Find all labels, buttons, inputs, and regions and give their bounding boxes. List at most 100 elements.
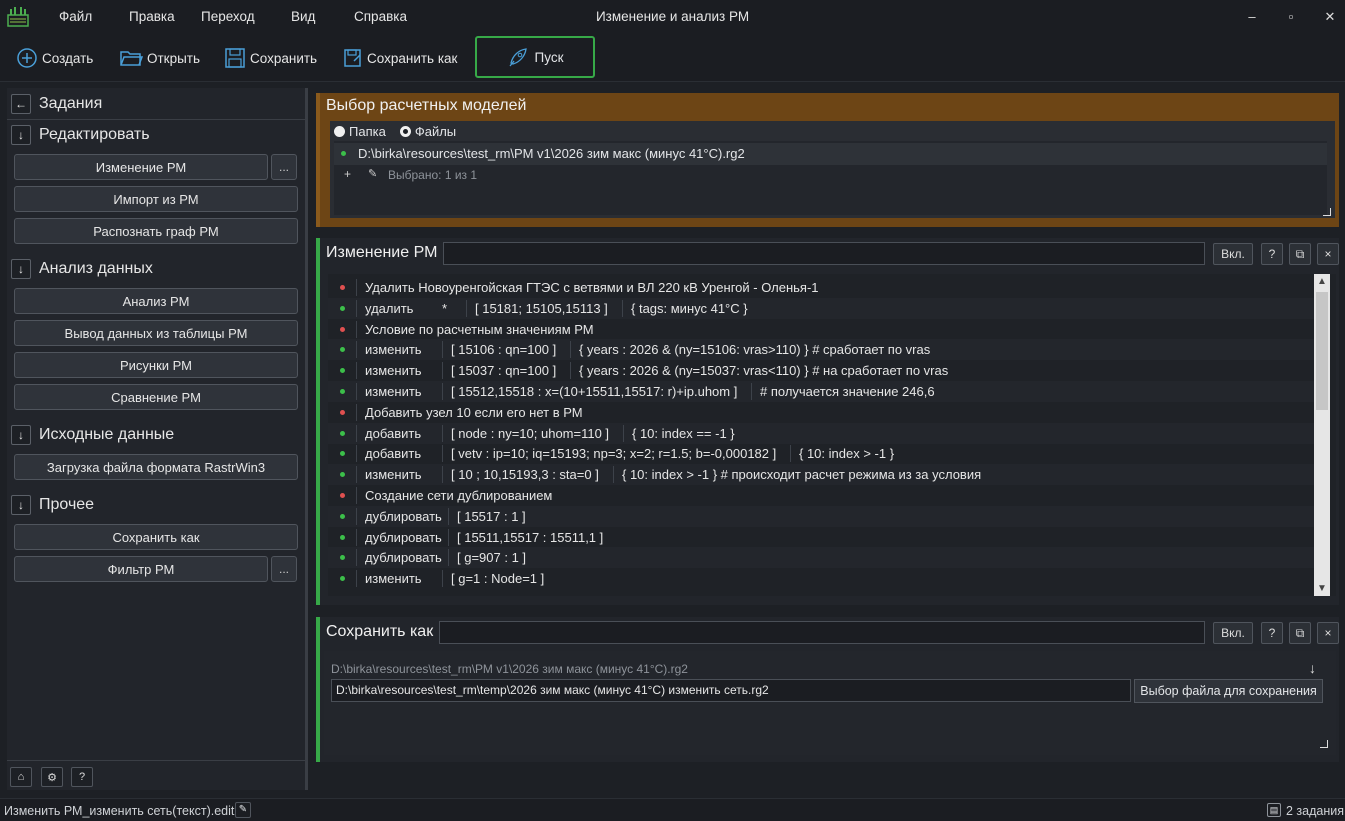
status-dot [340,409,345,415]
script-condition: { 10: index > -1 } [790,445,894,463]
script-row[interactable]: изменить [ 15037 : qn=100 ] { years : 2026… [328,360,1318,381]
copy-icon[interactable]: ⧉ [1289,243,1311,265]
save-as-button[interactable]: Сохранить как [343,44,457,72]
save-as-name-input[interactable] [439,621,1205,644]
save-as-label: Сохранить как [367,50,458,66]
edit-pencil-icon[interactable]: ✎ [235,802,251,818]
sidebar-item-table-output[interactable]: Вывод данных из таблицы РМ [14,320,298,346]
open-button[interactable]: Открыть [119,44,200,72]
add-file-button[interactable]: + [344,167,351,181]
save-icon [225,48,245,68]
script-row[interactable]: дублировать [ g=907 : 1 ] [328,547,1318,569]
sidebar-item-recognize-graph[interactable]: Распознать граф РМ [14,218,298,244]
script-command: изменить [356,383,436,400]
sidebar-item-load-rastrwin[interactable]: Загрузка файла формата RastrWin3 [14,454,298,480]
script-row[interactable]: изменить [ 10 ; 10,15193,3 : sta=0 ] { 10:… [328,464,1318,486]
script-row[interactable]: удалить * [ 15181; 15105,15113 ] { tags: ми… [328,297,1318,319]
sidebar-item-pictures[interactable]: Рисунки РМ [14,352,298,378]
source-path: D:\birka\resources\test_rm\РМ v1\2026 зи… [331,662,688,676]
close-panel-button[interactable]: × [1317,243,1339,265]
chevron-down-icon: ↓ [11,425,31,445]
script-row[interactable]: Создание сети дублированием [328,485,1318,506]
script-row[interactable]: дублировать [ 15511,15517 : 15511,1 ] [328,527,1318,548]
arrow-down-icon[interactable]: ↓ [1309,660,1316,676]
menu-edit[interactable]: Правка [129,9,175,24]
edit-script-editor[interactable]: Удалить Новоуренгойская ГТЭС с ветвями и… [328,274,1336,596]
collapse-sidebar-button[interactable]: ← [11,94,31,114]
editor-scrollbar[interactable]: ▲ ▼ [1314,274,1330,596]
menu-help[interactable]: Справка [354,9,407,24]
app-icon [6,5,30,29]
sidebar-item-import-rm[interactable]: Импорт из РМ [14,186,298,212]
menu-go[interactable]: Переход [201,9,255,24]
script-row[interactable]: дублировать [ 15517 : 1 ] [328,505,1318,527]
run-label: Пуск [534,49,564,65]
scroll-down-icon[interactable]: ▼ [1317,583,1327,594]
sidebar-item-filter-rm[interactable]: Фильтр РМ [14,556,268,582]
create-button[interactable]: Создать [16,44,93,72]
list-item[interactable]: D:\birka\resources\test_rm\РМ v1\2026 зи… [334,143,1327,165]
radio-files[interactable] [399,126,411,137]
script-command: удалить [356,299,436,317]
script-command: добавить [356,424,436,442]
close-window-button[interactable]: ✕ [1318,7,1342,27]
resize-grip-icon[interactable] [1323,208,1331,216]
tasks-icon[interactable]: ▤ [1267,803,1281,817]
edit-pencil-icon[interactable]: ✎ [368,167,377,180]
script-row[interactable]: добавить [ node : ny=10; uhom=110 ] { 10: … [328,422,1318,444]
script-target: [ vetv : ip=10; iq=15193; np=3; x=2; r=1… [442,445,776,463]
maximize-button[interactable]: ▫ [1279,7,1303,27]
radio-folder[interactable] [334,126,345,137]
help-button[interactable]: ? [1261,622,1283,644]
script-condition: { tags: минус 41°C } [622,299,748,317]
enable-button[interactable]: Вкл. [1213,622,1253,644]
section-other[interactable]: ↓ Прочее [7,490,94,520]
scroll-thumb[interactable] [1316,292,1328,410]
run-button[interactable]: Пуск [475,36,595,78]
edit-rm-options-button[interactable]: ... [271,154,297,180]
section-analysis-label: Анализ данных [39,260,153,277]
status-dot [340,493,345,498]
selected-count: Выбрано: 1 из 1 [388,168,478,182]
close-panel-button[interactable]: × [1317,622,1339,644]
model-selection-title: Выбор расчетных моделей [326,97,527,114]
filter-rm-options-button[interactable]: ... [271,556,297,582]
menu-view[interactable]: Вид [291,9,315,24]
scroll-up-icon[interactable]: ▲ [1317,276,1327,287]
sidebar-item-edit-rm[interactable]: Изменение РМ [14,154,268,180]
sidebar-item-compare[interactable]: Сравнение РМ [14,384,298,410]
enable-button[interactable]: Вкл. [1213,243,1253,265]
sidebar-item-analysis-rm[interactable]: Анализ РМ [14,288,298,314]
script-flag: * [442,300,448,316]
save-as-icon [344,49,361,67]
help-button[interactable]: ? [1261,243,1283,265]
script-row[interactable]: Удалить Новоуренгойская ГТЭС с ветвями и… [328,277,1318,298]
target-path-input[interactable]: D:\birka\resources\test_rm\temp\2026 зим… [331,679,1131,702]
save-button[interactable]: Сохранить [224,44,317,72]
home-icon[interactable]: ⌂ [10,767,32,787]
script-row[interactable]: Добавить узел 10 если его нет в РМ [328,402,1318,423]
status-dot [340,451,345,457]
section-edit-label: Редактировать [39,126,150,143]
minimize-button[interactable]: – [1240,7,1264,27]
section-analysis[interactable]: ↓ Анализ данных [7,254,153,284]
script-row[interactable]: изменить [ 15106 : qn=100 ] { years : 2026… [328,339,1318,361]
copy-icon[interactable]: ⧉ [1289,622,1311,644]
choose-file-button[interactable]: Выбор файла для сохранения [1134,679,1323,703]
section-edit[interactable]: ↓ Редактировать [7,120,150,150]
sidebar-item-save-as[interactable]: Сохранить как [14,524,298,550]
script-target: [ 10 ; 10,15193,3 : sta=0 ] [442,466,599,484]
menu-file[interactable]: Файл [59,9,92,24]
script-command: дублировать [356,528,442,546]
script-row[interactable]: изменить [ g=1 : Node=1 ] [328,568,1318,589]
chevron-down-icon: ↓ [11,495,31,515]
resize-grip-icon[interactable] [1320,740,1328,748]
script-row[interactable]: добавить [ vetv : ip=10; iq=15193; np=3; … [328,443,1318,464]
section-source[interactable]: ↓ Исходные данные [7,420,174,450]
status-dot [340,555,345,561]
help-icon[interactable]: ? [71,767,93,787]
edit-rm-name-input[interactable] [443,242,1205,265]
settings-icon[interactable]: ⚙ [41,767,63,787]
script-row[interactable]: Условие по расчетным значениям РМ [328,319,1318,340]
script-row[interactable]: изменить [ 15512,15518 : x=(10+15511,1551… [328,381,1318,402]
